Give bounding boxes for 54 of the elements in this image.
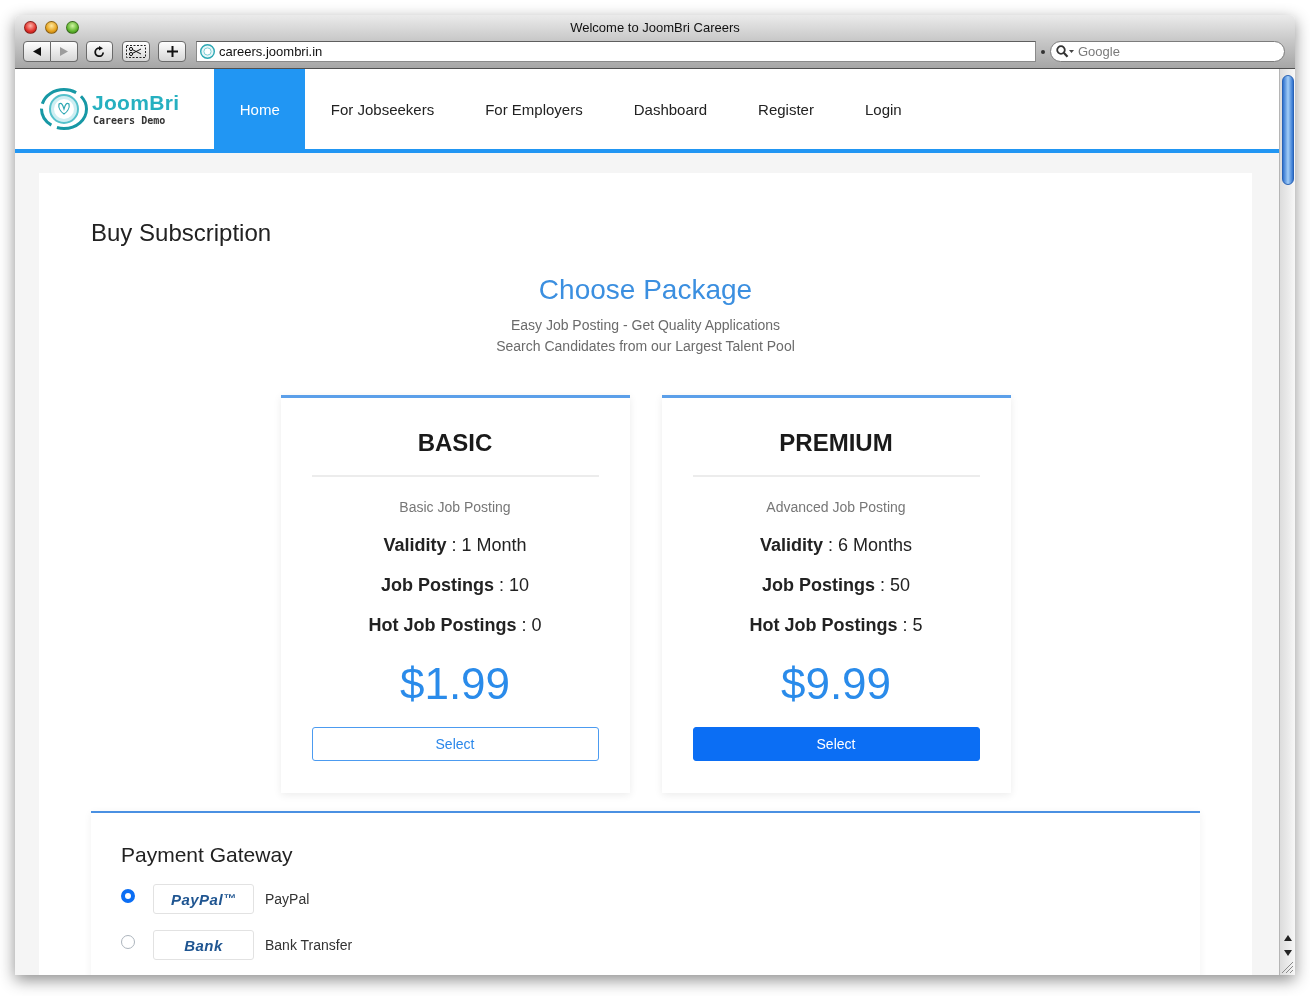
- zoom-icon[interactable]: [66, 20, 79, 34]
- plan-description: Basic Job Posting: [398, 498, 512, 517]
- minimize-icon[interactable]: [45, 20, 58, 34]
- nav-link[interactable]: For Jobseekers: [305, 69, 460, 149]
- plan-price: $9.99: [779, 658, 893, 710]
- plan-feature: Hot Job Postings : 5: [748, 614, 924, 637]
- scroll-down-icon[interactable]: [1283, 950, 1292, 956]
- logo-wordmark: JoomBri: [92, 91, 180, 114]
- radio-button[interactable]: [121, 935, 135, 949]
- nav-link[interactable]: For Employers: [459, 69, 609, 149]
- close-icon[interactable]: [24, 20, 37, 34]
- page-title: Buy Subscription: [91, 219, 273, 247]
- nav-link[interactable]: Dashboard: [608, 69, 733, 149]
- reload-button[interactable]: [86, 41, 113, 62]
- window-title: Welcome to JoomBri Careers: [569, 19, 741, 35]
- site-icon: [200, 44, 215, 59]
- scrollbar-thumb[interactable]: [1281, 75, 1294, 185]
- payment-option-label[interactable]: Bank Transfer: [265, 937, 353, 953]
- radio-button[interactable]: [121, 889, 135, 903]
- scissors-icon: [126, 45, 146, 58]
- payment-option-label[interactable]: PayPal: [265, 891, 310, 907]
- section-subtitle: Search Candidates from our Largest Talent Pool: [495, 337, 796, 356]
- payment-title: Payment Gateway: [121, 842, 294, 868]
- plus-icon: [166, 46, 178, 57]
- plan-feature: Hot Job Postings : 0: [367, 614, 543, 637]
- plan-name: BASIC: [416, 429, 494, 457]
- plan-name: PREMIUM: [778, 429, 894, 457]
- plan-feature: Validity : 6 Months: [758, 534, 914, 557]
- section-heading: Choose Package: [537, 273, 754, 307]
- scrollbar-track[interactable]: [1279, 69, 1295, 975]
- nav-link[interactable]: Register: [732, 69, 840, 149]
- select-button[interactable]: Select: [692, 727, 980, 761]
- reload-icon: [94, 46, 105, 57]
- nav-link[interactable]: Login: [839, 69, 928, 149]
- scroll-up-icon[interactable]: [1283, 935, 1292, 941]
- plan-feature: Job Postings : 10: [379, 574, 530, 597]
- search-field[interactable]: Google: [1050, 41, 1285, 62]
- plan-feature: Job Postings : 50: [760, 574, 911, 597]
- resize-grip-icon[interactable]: [1282, 962, 1293, 973]
- plan-feature: Validity : 1 Month: [382, 534, 528, 557]
- payment-logo: Bank: [153, 930, 254, 960]
- logo-icon: [40, 88, 88, 130]
- splitter-dot-icon[interactable]: [1041, 50, 1045, 54]
- forward-button[interactable]: [51, 41, 78, 62]
- plan-price: $1.99: [398, 658, 512, 710]
- back-button[interactable]: [23, 41, 51, 62]
- clip-button[interactable]: [122, 41, 150, 62]
- select-button[interactable]: Select: [311, 727, 599, 761]
- logo-tagline: Careers Demo: [93, 113, 167, 127]
- address-field[interactable]: careers.joombri.in: [196, 41, 1036, 62]
- search-icon: [1056, 45, 1074, 58]
- add-button[interactable]: [158, 41, 186, 62]
- section-subtitle: Easy Job Posting - Get Quality Applications: [509, 316, 782, 335]
- plan-description: Advanced Job Posting: [765, 498, 907, 517]
